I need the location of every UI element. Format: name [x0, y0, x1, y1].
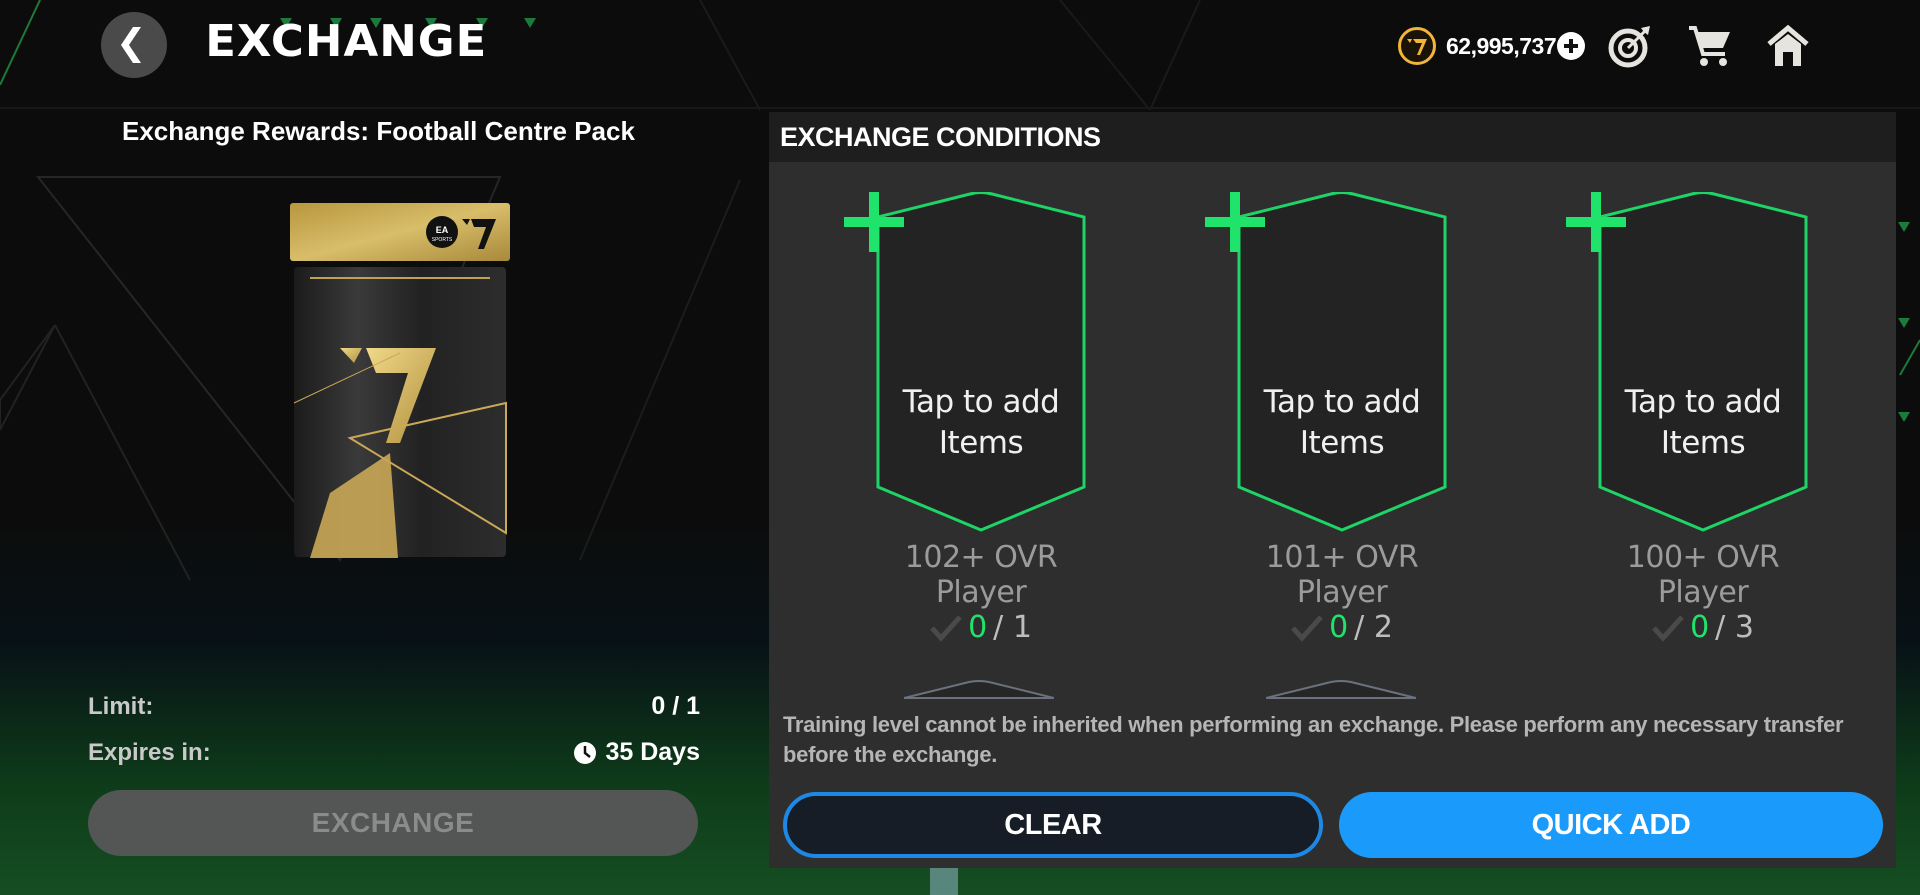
slot-required-count: / 3: [1715, 610, 1754, 645]
quick-add-button[interactable]: QUICK ADD: [1339, 792, 1883, 858]
add-items-slot[interactable]: Tap to add Items: [844, 192, 1088, 532]
fc-points-amount: 62,995,737: [1446, 32, 1557, 59]
top-bar: EXCHANGE 62,995,737: [0, 0, 1920, 110]
condition-slot: Tap to add Items 100+ OVR Player 0 / 3: [1566, 192, 1823, 645]
chevron-left-icon: [121, 27, 141, 63]
exchange-button[interactable]: EXCHANGE: [88, 790, 698, 856]
objectives-button[interactable]: [1606, 22, 1654, 70]
clear-button[interactable]: CLEAR: [783, 792, 1323, 858]
fc-points-balance: 62,995,737: [1398, 26, 1586, 66]
slot-progress: 0 / 2: [1222, 610, 1462, 645]
tap-to-add-text: Tap to add Items: [1624, 384, 1782, 461]
expires-row: Expires in: 35 Days: [88, 738, 700, 767]
condition-slot: Tap to add Items 101+ OVR Player 0 / 2: [1205, 192, 1462, 645]
plus-icon: [1205, 192, 1265, 252]
fc-points-coin-icon: [1398, 27, 1436, 65]
svg-text:SPORTS: SPORTS: [432, 237, 453, 243]
condition-slots: Tap to add Items 102+ OVR Player 0 / 1 T…: [769, 162, 1896, 722]
slot-requirement: 100+ OVR Player: [1626, 540, 1780, 610]
football-centre-pack-image: EA SPORTS: [290, 203, 510, 558]
back-button[interactable]: [101, 12, 167, 78]
slot-current-count: 0: [1329, 610, 1349, 645]
next-slot-peek: [1266, 680, 1416, 699]
checkmark-icon: [1291, 614, 1323, 642]
slot-required-count: / 2: [1354, 610, 1393, 645]
next-slot-peek: [904, 680, 1054, 699]
condition-slot: Tap to add Items 102+ OVR Player 0 / 1: [844, 192, 1101, 645]
conditions-title: EXCHANGE CONDITIONS: [780, 121, 1101, 152]
home-icon: [1767, 24, 1809, 66]
conditions-header: EXCHANGE CONDITIONS: [769, 112, 1896, 162]
training-level-notice: Training level cannot be inherited when …: [783, 712, 1844, 767]
slot-requirement: 102+ OVR Player: [904, 540, 1058, 610]
clock-icon: [574, 741, 597, 764]
slot-current-count: 0: [968, 610, 988, 645]
checkmark-icon: [930, 614, 962, 642]
checkmark-icon: [1652, 614, 1684, 642]
target-icon: [1608, 26, 1650, 68]
plus-icon: [1566, 192, 1626, 252]
expires-value: 35 Days: [605, 738, 700, 766]
slot-required-count: / 1: [993, 610, 1032, 645]
slot-requirement: 101+ OVR Player: [1265, 540, 1419, 610]
expires-value-group: 35 Days: [573, 738, 700, 767]
expires-label: Expires in:: [88, 738, 211, 766]
limit-row: Limit: 0 / 1: [88, 692, 700, 721]
limit-label: Limit:: [88, 692, 154, 720]
exchange-rewards-label: Exchange Rewards: Football Centre Pack: [122, 116, 635, 146]
svg-text:EA: EA: [436, 225, 449, 235]
cart-icon: [1689, 26, 1730, 66]
store-button[interactable]: [1686, 22, 1734, 70]
add-points-button[interactable]: [1557, 32, 1586, 60]
tap-to-add-text: Tap to add Items: [902, 384, 1060, 461]
limit-value: 0 / 1: [651, 692, 700, 720]
plus-icon: [844, 192, 904, 252]
slot-progress: 0 / 1: [861, 610, 1101, 645]
home-button[interactable]: [1764, 22, 1812, 70]
add-items-slot[interactable]: Tap to add Items: [1566, 192, 1810, 532]
page-title: EXCHANGE: [205, 16, 488, 67]
slot-current-count: 0: [1690, 610, 1710, 645]
plus-circle-icon: [1564, 39, 1579, 53]
tap-to-add-text: Tap to add Items: [1263, 384, 1421, 461]
exchange-conditions-panel: EXCHANGE CONDITIONS Tap to add Items 102+…: [769, 112, 1896, 868]
add-items-slot[interactable]: Tap to add Items: [1205, 192, 1449, 532]
exchange-screen: EXCHANGE 62,995,737 Exchange Rewards: Fo…: [0, 0, 1920, 895]
slot-progress: 0 / 3: [1583, 610, 1823, 645]
